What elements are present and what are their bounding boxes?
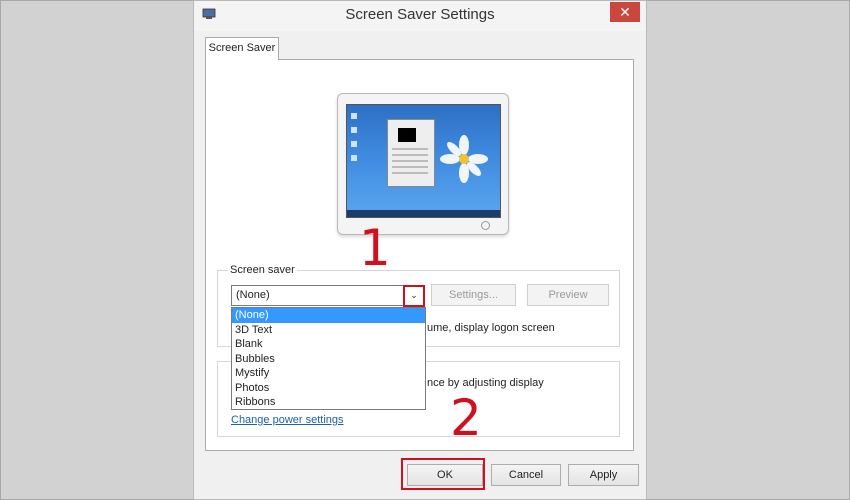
list-item[interactable]: Blank <box>232 337 425 352</box>
close-icon: ✕ <box>619 4 631 20</box>
settings-button[interactable]: Settings... <box>431 284 516 306</box>
change-power-settings-link[interactable]: Change power settings <box>231 414 344 426</box>
dropdown-toggle-button[interactable]: ⌄ <box>403 285 425 307</box>
list-item[interactable]: Mystify <box>232 366 425 381</box>
list-item[interactable]: Ribbons <box>232 395 425 410</box>
chevron-down-icon: ⌄ <box>410 290 418 300</box>
screen-saver-group-label: Screen saver <box>228 264 297 276</box>
annotation-step-2: 2 <box>450 389 482 447</box>
preview-button[interactable]: Preview <box>527 284 609 306</box>
mini-dialog <box>387 119 435 187</box>
list-item[interactable]: (None) <box>232 308 425 323</box>
screen-saver-dropdown-list: (None) 3D Text Blank Bubbles Mystify Pho… <box>231 307 426 410</box>
power-button-icon <box>481 221 490 230</box>
screen-saver-select[interactable]: (None) <box>231 285 423 306</box>
apply-button[interactable]: Apply <box>568 464 639 486</box>
list-item[interactable]: 3D Text <box>232 323 425 338</box>
preview-screen <box>346 104 501 218</box>
desktop-icon <box>351 155 357 161</box>
desktop-icon <box>351 127 357 133</box>
tab-screen-saver[interactable]: Screen Saver <box>205 37 279 60</box>
ok-highlight-box <box>401 458 485 490</box>
desktop-icon <box>351 141 357 147</box>
taskbar <box>347 210 500 217</box>
list-item[interactable]: Bubbles <box>232 352 425 367</box>
screen-saver-settings-window: Screen Saver Settings ✕ Screen Saver 1 S… <box>193 0 647 500</box>
close-button[interactable]: ✕ <box>610 2 640 22</box>
desktop-icon <box>351 113 357 119</box>
monitor-preview-icon <box>337 93 509 235</box>
power-description-text: nce by adjusting display <box>427 377 544 389</box>
annotation-step-1: 1 <box>359 219 391 277</box>
flower-wallpaper-icon <box>440 135 488 183</box>
cancel-button[interactable]: Cancel <box>491 464 561 486</box>
window-title: Screen Saver Settings <box>345 6 495 23</box>
title-bar: Screen Saver Settings ✕ <box>194 1 646 31</box>
list-item[interactable]: Photos <box>232 381 425 396</box>
resume-logon-text: ume, display logon screen <box>427 322 555 334</box>
